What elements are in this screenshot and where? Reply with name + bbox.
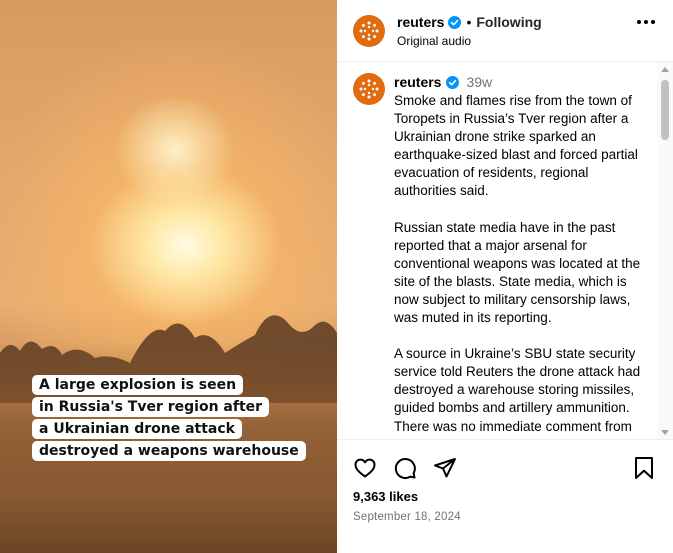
reuters-logo-icon — [359, 21, 379, 41]
reuters-logo-icon — [359, 79, 379, 99]
caption-line: A large explosion is seen — [32, 375, 244, 395]
post-timestamp[interactable]: 39w — [466, 74, 492, 90]
heart-icon[interactable] — [353, 456, 377, 480]
likes-count[interactable]: 9,363 likes — [353, 489, 418, 504]
video-caption: A large explosion is seen in Russia's Tv… — [32, 375, 306, 461]
scroll-down-icon[interactable] — [661, 430, 669, 435]
caption-paragraph: Russian state media have in the past rep… — [394, 219, 641, 326]
caption-line: a Ukrainian drone attack — [32, 419, 242, 439]
following-button[interactable]: Following — [476, 14, 541, 30]
video-player[interactable]: A large explosion is seen in Russia's Tv… — [0, 0, 337, 553]
caption-section: reuters 39w Smoke and flames rise from t… — [337, 62, 673, 440]
scroll-up-icon[interactable] — [661, 67, 669, 72]
post-panel: reuters • Following Original audio reute… — [337, 0, 673, 553]
post-date: September 18, 2024 — [353, 511, 461, 523]
caption-paragraph: Smoke and flames rise from the town of T… — [394, 93, 638, 199]
caption-username[interactable]: reuters — [394, 74, 441, 90]
avatar[interactable] — [353, 73, 385, 105]
scrollbar[interactable] — [657, 62, 673, 439]
bookmark-icon[interactable] — [633, 456, 655, 480]
action-bar: 9,363 likes September 18, 2024 — [337, 440, 673, 553]
caption-text: Smoke and flames rise from the town of T… — [394, 92, 649, 439]
share-icon[interactable] — [433, 456, 457, 480]
verified-badge-icon — [446, 75, 460, 89]
caption-paragraph: A source in Ukraine’s SBU state security… — [394, 346, 641, 439]
comment-icon[interactable] — [393, 456, 417, 480]
audio-link[interactable]: Original audio — [397, 34, 471, 48]
separator-dot: • — [466, 14, 472, 30]
more-options-icon[interactable] — [637, 20, 655, 24]
verified-badge-icon — [448, 15, 462, 29]
caption-line: destroyed a weapons warehouse — [32, 441, 306, 461]
avatar[interactable] — [353, 15, 385, 47]
header-username[interactable]: reuters — [397, 14, 444, 30]
post-header: reuters • Following Original audio — [337, 0, 673, 62]
scrollbar-thumb[interactable] — [661, 80, 669, 140]
caption-line: in Russia's Tver region after — [32, 397, 270, 417]
